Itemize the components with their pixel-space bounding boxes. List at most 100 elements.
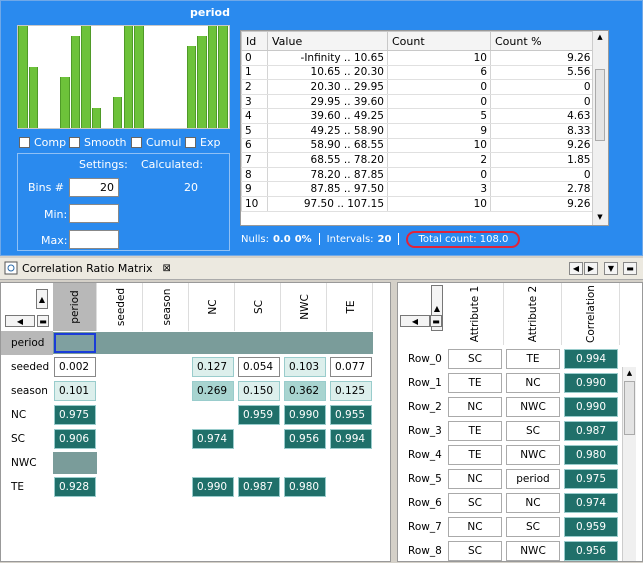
matrix-row-header[interactable]: SC xyxy=(5,427,49,451)
table-row[interactable]: 10 97.50 .. 107.15 10 9.26 xyxy=(241,196,594,212)
matrix-column-header[interactable]: seeded xyxy=(99,283,143,331)
matrix-cell[interactable] xyxy=(100,477,142,497)
pairs-cell[interactable]: SC xyxy=(448,493,502,513)
pairs-row-header[interactable]: Row_8 xyxy=(408,539,452,563)
matrix-cell[interactable]: 0.906 xyxy=(54,429,96,449)
matrix-cell[interactable]: 0.994 xyxy=(330,429,372,449)
matrix-cell[interactable] xyxy=(100,357,142,377)
pairs-column-header[interactable]: Correlation xyxy=(562,283,620,345)
matrix-column-header[interactable]: season xyxy=(145,283,189,331)
sort-up-icon[interactable]: ▲ xyxy=(36,289,48,309)
pairs-cell[interactable]: 0.987 xyxy=(564,421,618,441)
pairs-row-header[interactable]: Row_7 xyxy=(408,515,452,539)
table-row[interactable]: 8 78.20 .. 87.85 0 0 xyxy=(241,167,594,183)
scroll-up-icon[interactable]: ▲ xyxy=(595,33,605,41)
exp-option[interactable]: Exp xyxy=(185,135,220,149)
matrix-cell[interactable]: 0.125 xyxy=(330,381,372,401)
scroll-down-icon[interactable]: ▼ xyxy=(595,213,605,221)
pairs-cell[interactable]: 0.959 xyxy=(564,517,618,537)
matrix-cell[interactable] xyxy=(100,429,142,449)
matrix-cell[interactable] xyxy=(192,333,234,353)
pairs-column-header[interactable]: Attribute 1 xyxy=(446,283,504,345)
pairs-cell[interactable]: SC xyxy=(448,541,502,561)
matrix-cell[interactable] xyxy=(100,381,142,401)
matrix-cell[interactable]: 0.362 xyxy=(284,381,326,401)
cumul-option[interactable]: Cumul xyxy=(131,135,181,149)
matrix-cell[interactable] xyxy=(54,453,96,473)
pairs-cell[interactable]: period xyxy=(506,469,560,489)
matrix-cell[interactable] xyxy=(284,453,326,473)
matrix-cell[interactable] xyxy=(330,453,372,473)
matrix-cell[interactable] xyxy=(146,477,188,497)
pairs-cell[interactable]: NWC xyxy=(506,445,560,465)
pairs-row-header[interactable]: Row_1 xyxy=(408,371,452,395)
matrix-cell[interactable] xyxy=(192,405,234,425)
table-row[interactable]: 1 10.65 .. 20.30 6 5.56 xyxy=(241,65,594,81)
table-row[interactable]: 9 87.85 .. 97.50 3 2.78 xyxy=(241,181,594,197)
matrix-cell[interactable] xyxy=(146,405,188,425)
matrix-row-header[interactable]: seeded xyxy=(5,355,49,379)
matrix-cell[interactable]: 0.269 xyxy=(192,381,234,401)
matrix-row-header[interactable]: season xyxy=(5,379,49,403)
comp-option[interactable]: Comp xyxy=(19,135,66,149)
pairs-column-header[interactable]: Attribute 2 xyxy=(504,283,562,345)
matrix-cell[interactable] xyxy=(146,357,188,377)
matrix-row-header[interactable]: TE xyxy=(5,475,49,499)
table-row[interactable]: 5 49.25 .. 58.90 9 8.33 xyxy=(241,123,594,139)
pairs-cell[interactable]: 0.990 xyxy=(564,373,618,393)
pairs-cell[interactable]: 0.974 xyxy=(564,493,618,513)
table-row[interactable]: 4 39.60 .. 49.25 5 4.63 xyxy=(241,108,594,124)
pairs-cell[interactable]: NC xyxy=(448,397,502,417)
column-header[interactable]: Count xyxy=(387,31,491,51)
pairs-cell[interactable]: 0.990 xyxy=(564,397,618,417)
pairs-cell[interactable]: TE xyxy=(448,445,502,465)
matrix-cell[interactable] xyxy=(100,333,142,353)
menu-icon[interactable]: ▼ xyxy=(604,262,618,275)
pairs-cell[interactable]: NC xyxy=(448,517,502,537)
matrix-cell[interactable]: 0.980 xyxy=(284,477,326,497)
matrix-row-header[interactable]: period xyxy=(1,331,53,355)
matrix-cell[interactable] xyxy=(146,333,188,353)
matrix-cell[interactable]: 0.990 xyxy=(284,405,326,425)
table-row[interactable]: 7 68.55 .. 78.20 2 1.85 xyxy=(241,152,594,168)
matrix-cell[interactable]: 0.987 xyxy=(238,477,280,497)
table-row[interactable]: 2 20.30 .. 29.95 0 0 xyxy=(241,79,594,95)
matrix-cell[interactable] xyxy=(284,333,326,353)
matrix-cell[interactable] xyxy=(146,429,188,449)
collapse-icon[interactable]: ▬ xyxy=(430,315,442,327)
pairs-scrollbar[interactable]: ▲ xyxy=(622,367,636,561)
matrix-row-header[interactable]: NC xyxy=(5,403,49,427)
matrix-cell[interactable] xyxy=(100,453,142,473)
matrix-cell[interactable]: 0.054 xyxy=(238,357,280,377)
matrix-column-header[interactable]: period xyxy=(53,283,97,331)
column-header[interactable]: Count % xyxy=(490,31,594,51)
table-row[interactable]: 0 -Infinity .. 10.65 10 9.26 xyxy=(241,50,594,66)
matrix-cell[interactable] xyxy=(330,477,372,497)
matrix-cell[interactable]: 0.959 xyxy=(238,405,280,425)
matrix-cell[interactable] xyxy=(238,333,280,353)
pairs-row-header[interactable]: Row_6 xyxy=(408,491,452,515)
matrix-column-header[interactable]: SC xyxy=(237,283,281,331)
pairs-row-header[interactable]: Row_4 xyxy=(408,443,452,467)
pairs-cell[interactable]: SC xyxy=(448,349,502,369)
sort-left-icon[interactable]: ◀ xyxy=(5,315,35,327)
matrix-cell[interactable] xyxy=(330,333,372,353)
table-row[interactable]: 6 58.90 .. 68.55 10 9.26 xyxy=(241,138,594,154)
comp-checkbox[interactable] xyxy=(19,136,30,148)
table-row[interactable]: 3 29.95 .. 39.60 0 0 xyxy=(241,94,594,110)
matrix-cell[interactable]: 0.955 xyxy=(330,405,372,425)
pairs-cell[interactable]: NC xyxy=(506,493,560,513)
bins-input[interactable]: 20 xyxy=(69,178,119,197)
min-input[interactable] xyxy=(69,204,119,223)
pairs-cell[interactable]: TE xyxy=(448,373,502,393)
exp-checkbox[interactable] xyxy=(185,136,196,148)
collapse-icon[interactable]: ▬ xyxy=(37,315,49,327)
column-header[interactable]: Value xyxy=(267,31,388,51)
column-header[interactable]: Id xyxy=(241,31,268,51)
pairs-cell[interactable]: NC xyxy=(506,373,560,393)
pairs-cell[interactable]: 0.975 xyxy=(564,469,618,489)
pairs-cell[interactable]: SC xyxy=(506,517,560,537)
pairs-cell[interactable]: SC xyxy=(506,421,560,441)
matrix-cell[interactable]: 0.127 xyxy=(192,357,234,377)
matrix-cell[interactable]: 0.101 xyxy=(54,381,96,401)
